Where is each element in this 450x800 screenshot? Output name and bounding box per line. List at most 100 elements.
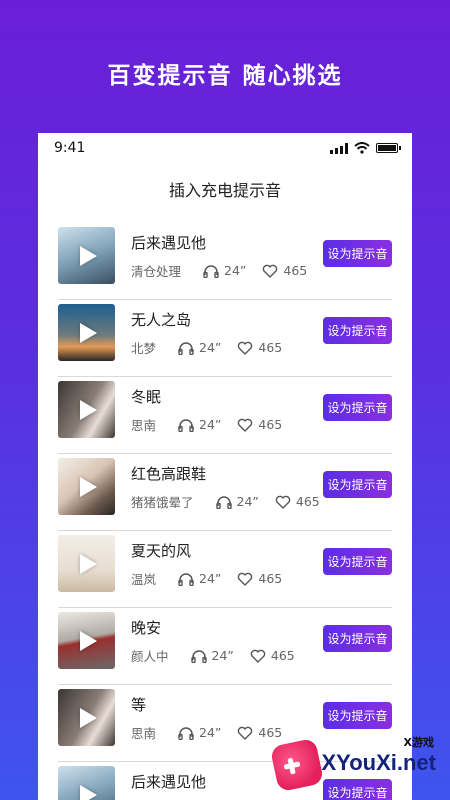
play-icon[interactable] — [80, 784, 97, 800]
likes-stat: 465 — [237, 340, 282, 355]
song-meta: 温岚 24” 465 — [131, 569, 298, 588]
duration-stat: 24” — [190, 648, 234, 663]
song-row[interactable]: 后来遇见他清仓处理 24” 465 设为提示音 — [58, 223, 392, 300]
song-likes: 465 — [258, 417, 283, 432]
watermark-small: X游戏 — [403, 736, 434, 749]
set-ringtone-button[interactable]: 设为提示音 — [323, 702, 392, 729]
song-artist: 猪猪饿晕了 — [131, 495, 194, 510]
set-ringtone-button[interactable]: 设为提示音 — [323, 625, 392, 652]
play-icon[interactable] — [80, 553, 97, 574]
headphone-icon — [215, 495, 232, 509]
song-likes: 465 — [258, 571, 283, 586]
song-cover[interactable] — [58, 304, 115, 361]
song-meta: 思南 24” 465 — [131, 415, 298, 434]
headphone-icon — [190, 649, 207, 663]
site-watermark: X游戏 XYouXi.net — [269, 734, 442, 793]
song-artist: 颜人中 — [131, 649, 169, 664]
song-title: 后来遇见他 — [131, 773, 207, 791]
song-duration: 24” — [211, 648, 234, 663]
song-duration: 24” — [236, 494, 259, 509]
song-likes: 465 — [258, 340, 283, 355]
song-duration: 24” — [224, 263, 247, 278]
headphone-icon — [203, 264, 219, 278]
likes-stat: 465 — [262, 263, 307, 278]
set-ringtone-button[interactable]: 设为提示音 — [323, 240, 392, 267]
heart-icon — [238, 418, 253, 432]
likes-stat: 465 — [275, 494, 320, 509]
song-artist: 思南 — [131, 726, 157, 741]
likes-stat: 465 — [250, 648, 295, 663]
play-icon[interactable] — [80, 476, 97, 497]
duration-stat: 24” — [178, 340, 221, 355]
song-likes: 465 — [283, 263, 308, 278]
song-artist: 思南 — [131, 418, 157, 433]
song-artist: 清仓处理 — [131, 264, 182, 279]
song-row[interactable]: 无人之岛北梦 24” 465 设为提示音 — [58, 300, 392, 377]
song-cover[interactable] — [58, 227, 115, 284]
set-ringtone-button[interactable]: 设为提示音 — [323, 394, 392, 421]
likes-stat: 465 — [237, 571, 282, 586]
song-artist: 北梦 — [131, 341, 157, 356]
heart-icon — [275, 495, 291, 509]
duration-stat: 24” — [178, 571, 221, 586]
wifi-icon — [354, 142, 370, 154]
status-time: 9:41 — [54, 140, 86, 156]
song-duration: 24” — [199, 571, 222, 586]
song-duration: 24” — [199, 340, 222, 355]
duration-stat: 24” — [178, 417, 221, 432]
song-title: 后来遇见他 — [131, 234, 207, 252]
song-artist: 温岚 — [131, 572, 157, 587]
play-icon[interactable] — [80, 399, 97, 420]
heart-icon — [238, 726, 253, 740]
song-title: 等 — [131, 696, 147, 714]
song-cover[interactable] — [58, 612, 115, 669]
set-ringtone-button[interactable]: 设为提示音 — [323, 317, 392, 344]
song-meta: 颜人中 24” 465 — [131, 646, 311, 665]
song-row[interactable]: 夏天的风温岚 24” 465 设为提示音 — [58, 531, 392, 608]
song-likes: 465 — [295, 494, 320, 509]
song-title: 冬眠 — [131, 388, 162, 406]
headphone-icon — [178, 341, 194, 355]
song-title: 无人之岛 — [131, 311, 192, 329]
song-cover[interactable] — [58, 689, 115, 746]
watermark-big: XYouXi.net — [321, 750, 437, 775]
song-title: 红色高跟鞋 — [131, 465, 207, 483]
song-cover[interactable] — [58, 458, 115, 515]
song-title: 夏天的风 — [131, 542, 192, 560]
song-row[interactable]: 红色高跟鞋猪猪饿晕了 24” 465 设为提示音 — [58, 454, 392, 531]
duration-stat: 24” — [178, 725, 221, 740]
heart-icon — [250, 649, 266, 663]
song-title: 晚安 — [131, 619, 162, 637]
play-icon[interactable] — [80, 630, 97, 651]
song-meta: 猪猪饿晕了 24” 465 — [131, 492, 336, 511]
battery-icon — [376, 143, 401, 153]
song-duration: 24” — [199, 417, 222, 432]
song-cover[interactable] — [58, 766, 115, 800]
headphone-icon — [178, 726, 194, 740]
heart-icon — [263, 264, 278, 278]
heart-icon — [238, 572, 253, 586]
play-icon[interactable] — [80, 245, 97, 266]
phone-screen: 9:41 插入充电提示音 后来遇见他 清仓处理 24” 465 设为提示音 无人之岛 北梦 2… — [38, 133, 412, 800]
song-meta: 北梦 24” 465 — [131, 338, 298, 357]
set-ringtone-button[interactable]: 设为提示音 — [323, 548, 392, 575]
set-ringtone-button[interactable]: 设为提示音 — [323, 471, 392, 498]
song-cover[interactable] — [58, 535, 115, 592]
song-likes: 465 — [270, 648, 295, 663]
headphone-icon — [178, 418, 194, 432]
play-icon[interactable] — [80, 707, 97, 728]
song-duration: 24” — [199, 725, 222, 740]
duration-stat: 24” — [215, 494, 259, 509]
heart-icon — [238, 341, 253, 355]
signal-icon — [330, 142, 348, 154]
song-row[interactable]: 晚安颜人中 24” 465 设为提示音 — [58, 608, 392, 685]
play-icon[interactable] — [80, 322, 97, 343]
likes-stat: 465 — [237, 417, 282, 432]
promo-banner-title: 百变提示音 随心挑选 — [107, 63, 343, 89]
song-row[interactable]: 冬眠思南 24” 465 设为提示音 — [58, 377, 392, 454]
song-cover[interactable] — [58, 381, 115, 438]
song-list: 后来遇见他 清仓处理 24” 465 设为提示音 无人之岛 北梦 24” 465 设为提示音 冬眠思… — [38, 223, 412, 800]
gamepad-logo-icon — [269, 737, 325, 793]
status-bar: 9:41 — [38, 133, 412, 163]
duration-stat: 24” — [203, 263, 246, 278]
